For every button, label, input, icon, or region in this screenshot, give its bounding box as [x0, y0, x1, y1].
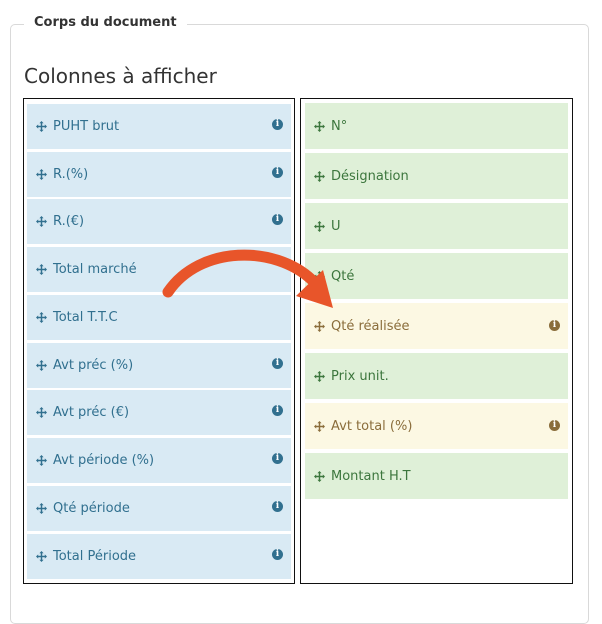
column-item[interactable]: PUHT brut i	[27, 104, 291, 149]
column-label: N°	[331, 118, 348, 134]
column-item[interactable]: Qté réalisée i	[305, 303, 568, 349]
column-label: Qté période	[53, 501, 130, 516]
column-item[interactable]: Total Période i	[27, 534, 291, 579]
column-label: Montant H.T	[331, 468, 411, 484]
move-icon[interactable]	[314, 170, 325, 182]
column-item[interactable]: R.(€) i	[27, 199, 291, 244]
column-label: Avt préc (€)	[53, 405, 130, 420]
move-icon[interactable]	[36, 169, 47, 180]
column-item[interactable]: Avt total (%) i	[305, 403, 568, 449]
move-icon[interactable]	[36, 312, 47, 323]
move-icon[interactable]	[314, 120, 325, 132]
column-item[interactable]: Avt période (%) i	[27, 438, 291, 483]
column-item[interactable]: Qté période i	[27, 486, 291, 531]
column-label: Avt préc (%)	[53, 358, 134, 373]
column-label: Désignation	[331, 168, 409, 184]
info-icon[interactable]: i	[272, 453, 283, 464]
move-icon[interactable]	[314, 220, 325, 232]
info-icon[interactable]: i	[549, 320, 560, 331]
column-label: Qté réalisée	[331, 318, 410, 334]
column-label: Total marché	[53, 262, 137, 277]
move-icon[interactable]	[36, 407, 47, 418]
column-label: R.(€)	[53, 214, 85, 229]
column-item[interactable]: Avt préc (€) i	[27, 390, 291, 435]
column-label: Avt période (%)	[53, 453, 155, 468]
column-item[interactable]: N°	[305, 103, 568, 149]
column-item[interactable]: Total T.T.C	[27, 295, 291, 340]
move-icon[interactable]	[36, 503, 47, 514]
move-icon[interactable]	[314, 270, 325, 282]
column-item[interactable]: Prix unit.	[305, 353, 568, 399]
info-icon[interactable]: i	[272, 214, 283, 225]
column-item[interactable]: Total marché	[27, 247, 291, 292]
move-icon[interactable]	[36, 455, 47, 466]
column-label: U	[331, 218, 341, 234]
info-icon[interactable]: i	[272, 549, 283, 560]
info-icon[interactable]: i	[272, 167, 283, 178]
info-icon[interactable]: i	[549, 420, 560, 431]
info-icon[interactable]: i	[272, 358, 283, 369]
move-icon[interactable]	[36, 216, 47, 227]
move-icon[interactable]	[314, 320, 325, 332]
section-title: Colonnes à afficher	[24, 64, 217, 88]
info-icon[interactable]: i	[272, 119, 283, 130]
move-icon[interactable]	[314, 470, 325, 482]
info-icon[interactable]: i	[272, 405, 283, 416]
column-label: Prix unit.	[331, 368, 389, 384]
column-label: Qté	[331, 268, 355, 284]
move-icon[interactable]	[36, 121, 47, 132]
move-icon[interactable]	[314, 420, 325, 432]
column-item[interactable]: Désignation	[305, 153, 568, 199]
column-item[interactable]: R.(%) i	[27, 152, 291, 197]
column-item[interactable]: Qté	[305, 253, 568, 299]
column-item[interactable]: Montant H.T	[305, 453, 568, 499]
column-item[interactable]: Avt préc (%) i	[27, 343, 291, 388]
column-label: Total T.T.C	[53, 310, 118, 325]
column-label: Total Période	[53, 549, 137, 564]
column-label: PUHT brut	[53, 119, 120, 134]
move-icon[interactable]	[36, 264, 47, 275]
column-label: R.(%)	[53, 167, 89, 182]
move-icon[interactable]	[36, 551, 47, 562]
fieldset-legend: Corps du document	[24, 15, 187, 30]
column-item[interactable]: U	[305, 203, 568, 249]
info-icon[interactable]: i	[272, 501, 283, 512]
column-label: Avt total (%)	[331, 418, 413, 434]
move-icon[interactable]	[36, 360, 47, 371]
move-icon[interactable]	[314, 370, 325, 382]
